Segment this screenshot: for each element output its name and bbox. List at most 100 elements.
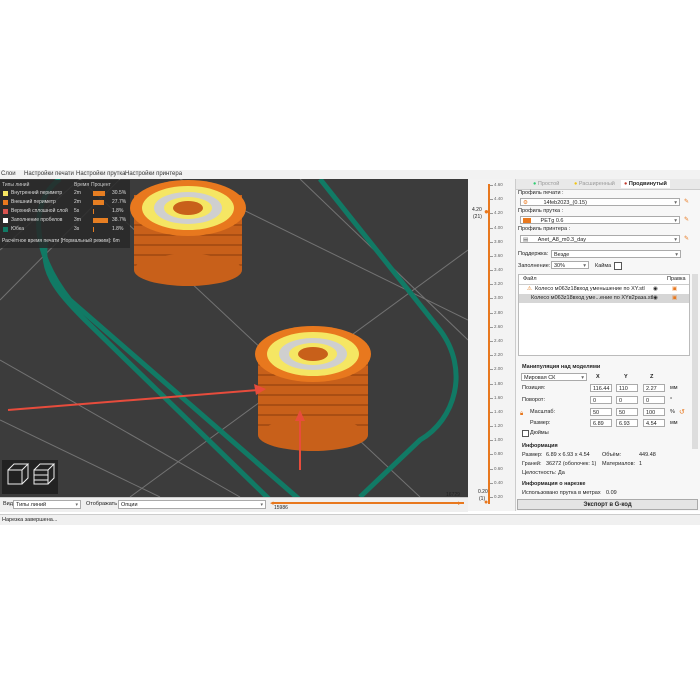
- size-label: Размер:: [530, 420, 551, 426]
- inches-checkbox[interactable]: [522, 430, 529, 437]
- settings-panel: ● Простой ● Расширенный ● Продвинутый Пр…: [515, 179, 700, 511]
- rotation-z-input[interactable]: 0: [643, 396, 665, 404]
- scale-x-input[interactable]: 50: [590, 408, 612, 416]
- position-x-input[interactable]: 116.44: [590, 384, 612, 392]
- legend-header-percent: Процент: [91, 182, 111, 188]
- tab-advanced[interactable]: ● Расширенный: [571, 180, 618, 188]
- show-select[interactable]: Опции ▾: [118, 500, 266, 509]
- object-list-header-edit: Правка: [667, 276, 686, 282]
- view-select[interactable]: Типы линий ▾: [13, 500, 81, 509]
- vslider-tick-label: 1.60: [494, 394, 503, 400]
- vslider-tick-label: 2.80: [494, 309, 503, 315]
- filament-profile-select[interactable]: PETg 0.6 ▾: [520, 216, 680, 224]
- edit-icon[interactable]: ▣: [672, 295, 677, 301]
- coord-system-select[interactable]: Мировая СК ▾: [521, 373, 587, 381]
- tab-expert[interactable]: ● Продвинутый: [621, 180, 670, 188]
- print-profile-label: Профиль печати :: [518, 190, 564, 196]
- show-select-value: Опции: [121, 502, 138, 508]
- vslider-tick: [490, 482, 493, 484]
- info-materials-label: Материалов:: [602, 461, 636, 467]
- rotation-y-input[interactable]: 0: [616, 396, 638, 404]
- vslider-top-layer: (21): [473, 214, 482, 220]
- size-y-input[interactable]: 6.93: [616, 419, 638, 427]
- vslider-tick: [490, 227, 493, 229]
- vslider-tick: [490, 213, 493, 215]
- legend-header-type: Типы линий: [2, 182, 30, 188]
- rotation-x-input[interactable]: 0: [590, 396, 612, 404]
- chevron-down-icon: ▾: [581, 375, 584, 381]
- printer-profile-value: Anet_A8_m0.3_day: [537, 237, 587, 243]
- info-materials-value: 1: [639, 461, 643, 467]
- legend-name: Внутренний периметр: [11, 190, 63, 196]
- size-x-input[interactable]: 6.89: [590, 419, 612, 427]
- hslider-bottom-value: 15986: [274, 505, 288, 511]
- vslider-tick: [490, 426, 493, 428]
- status-bar: Нарезка завершена...: [0, 514, 700, 525]
- edit-print-profile-icon[interactable]: ✎: [684, 198, 689, 205]
- object-name: Колесо м063z18вход уменьшение по XY.stl: [535, 286, 645, 292]
- vslider-tick-label: 3.60: [494, 252, 503, 258]
- legend-swatch: [3, 209, 8, 214]
- vslider-tick: [490, 411, 493, 413]
- manip-title: Манипуляция над моделями: [522, 364, 601, 370]
- vslider-tick: [490, 312, 493, 314]
- edit-icon[interactable]: ▣: [672, 286, 677, 292]
- info-title: Информация: [522, 443, 558, 449]
- menu-item-layers[interactable]: Слои: [1, 171, 16, 177]
- list-item[interactable]: ⚠ Колесо м063z18вход уменьшение по XY.st…: [519, 285, 689, 294]
- vslider-tick-label: 1.80: [494, 380, 503, 386]
- position-z-input[interactable]: 2.27: [643, 384, 665, 392]
- chevron-down-icon: ▾: [75, 502, 78, 508]
- show-label: Отображать: [86, 501, 118, 507]
- view-select-value: Типы линий: [16, 502, 47, 508]
- vslider-bottom-handle[interactable]: ●: [484, 499, 488, 506]
- view-cube[interactable]: [2, 460, 58, 494]
- filament-color-swatch: [523, 218, 531, 224]
- export-gcode-button[interactable]: Экспорт в G-код: [517, 499, 698, 510]
- hslider-right-handle[interactable]: ▸: [458, 499, 462, 507]
- tab-simple[interactable]: ● Простой: [530, 180, 562, 188]
- menu-bar: Слои Настройки печати Настройки прутка Н…: [0, 170, 700, 179]
- print-profile-select[interactable]: ⚙ 14feb2023_(0.15) ▾: [520, 198, 680, 206]
- vslider-tick-label: 2.40: [494, 338, 503, 343]
- legend-name: Юбка: [11, 226, 24, 232]
- list-item[interactable]: Колесо м063z18вход уме...ение по XYв2раз…: [519, 294, 689, 303]
- chevron-down-icon: ▾: [674, 237, 677, 243]
- position-y-input[interactable]: 110: [616, 384, 638, 392]
- reset-scale-icon[interactable]: ↺: [679, 408, 685, 416]
- cube-icon[interactable]: [2, 460, 58, 494]
- brim-label: Кайма: [595, 263, 612, 269]
- size-z-input[interactable]: 4.54: [643, 419, 665, 427]
- vslider-tick: [490, 369, 493, 371]
- eye-icon[interactable]: ◉: [653, 286, 658, 292]
- legend-percent: 1.8%: [112, 226, 124, 232]
- vslider-top-handle[interactable]: ●: [484, 207, 489, 216]
- printer-profile-select[interactable]: ▤ Anet_A8_m0.3_day ▾: [520, 235, 680, 243]
- horizontal-slider[interactable]: 16729 ◂ ▸ 15986: [270, 492, 468, 511]
- eye-icon[interactable]: ◉: [653, 295, 658, 301]
- menu-item-printer-settings[interactable]: Настройки принтера: [125, 171, 182, 177]
- panel-scrollbar[interactable]: [692, 274, 698, 449]
- vslider-tick-label: 0.20: [494, 494, 503, 499]
- edit-printer-icon[interactable]: ✎: [684, 235, 689, 242]
- position-label: Позиция:: [522, 385, 546, 391]
- chevron-down-icon: ▾: [260, 502, 263, 508]
- edit-filament-icon[interactable]: ✎: [684, 216, 689, 223]
- scale-y-input[interactable]: 50: [616, 408, 638, 416]
- vslider-track[interactable]: [488, 184, 490, 504]
- legend-percent: 30.5%: [112, 190, 127, 196]
- legend-time: 3s: [74, 226, 80, 232]
- infill-select[interactable]: 30% ▾: [551, 261, 589, 269]
- hslider-left-handle[interactable]: ◂: [270, 499, 274, 507]
- scale-z-input[interactable]: 100: [643, 408, 665, 416]
- brim-checkbox[interactable]: [614, 262, 622, 270]
- info-size-value: 6.89 x 6.93 x 4.54: [546, 452, 590, 458]
- menu-item-filament-settings[interactable]: Настройки прутка: [76, 171, 125, 177]
- menu-item-print-settings[interactable]: Настройки печати: [24, 171, 74, 177]
- lock-icon[interactable]: 🔒︎: [520, 411, 523, 418]
- supports-select[interactable]: Везде ▾: [551, 250, 681, 258]
- supports-label: Поддержка:: [518, 251, 549, 257]
- legend-name: Заполнение пробелов: [11, 217, 63, 223]
- rotation-label: Поворот:: [522, 397, 545, 403]
- infill-label: Заполнение:: [518, 263, 551, 269]
